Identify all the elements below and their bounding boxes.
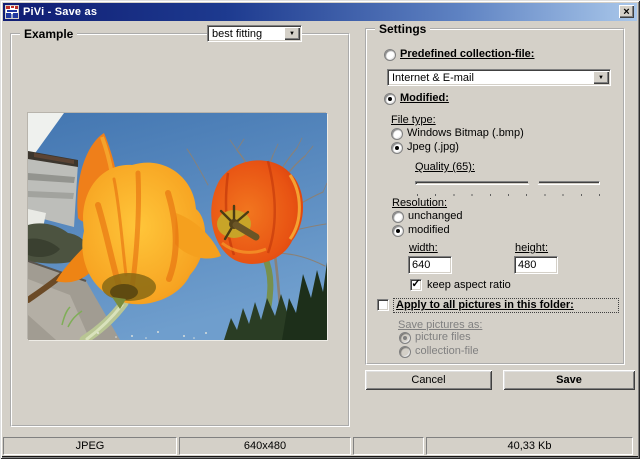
resolution-label: Resolution:: [392, 197, 448, 209]
predefined-label[interactable]: Predefined collection-file:: [400, 48, 534, 60]
check-icon: ✓: [411, 278, 421, 290]
save-as-dialog: PiVi - Save as × Example best fitting ▼: [0, 0, 640, 459]
collection-file-dropdown-value: Internet & E-mail: [392, 71, 474, 84]
status-format: JPEG: [3, 437, 177, 455]
save-pictures-as-label: Save pictures as:: [398, 319, 483, 331]
width-field[interactable]: [408, 256, 452, 274]
height-label: height:: [515, 242, 549, 254]
fitting-dropdown[interactable]: best fitting ▼: [207, 25, 302, 42]
width-label: width:: [409, 242, 438, 254]
modified-radio[interactable]: [384, 93, 396, 105]
title-bar[interactable]: PiVi - Save as ×: [3, 3, 637, 21]
settings-group-label: Settings: [375, 22, 431, 36]
window-title: PiVi - Save as: [23, 6, 98, 18]
quality-slider-ticks: [417, 194, 601, 196]
status-spacer-panel: [353, 437, 424, 455]
resolution-unchanged-label[interactable]: unchanged: [408, 210, 462, 222]
quality-slider-track[interactable]: [415, 181, 600, 185]
close-icon[interactable]: ×: [619, 5, 634, 18]
collection-file-radio: [399, 346, 411, 358]
settings-group: Settings Predefined collection-file: Int…: [365, 22, 625, 365]
bmp-radio-label[interactable]: Windows Bitmap (.bmp): [407, 127, 524, 139]
resolution-modified-radio[interactable]: [392, 225, 404, 237]
jpeg-radio[interactable]: [391, 142, 403, 154]
quality-slider-thumb[interactable]: [528, 172, 539, 190]
height-field[interactable]: [514, 256, 558, 274]
keep-aspect-label[interactable]: keep aspect ratio: [427, 279, 511, 291]
pivi-app-icon: [5, 5, 19, 19]
status-file-size: 40,33 Kb: [426, 437, 633, 455]
fitting-dropdown-value: best fitting: [212, 27, 263, 40]
save-button[interactable]: Save: [503, 370, 635, 390]
collection-file-label: collection-file: [415, 345, 479, 357]
predefined-radio[interactable]: [384, 49, 396, 61]
example-photo: [28, 113, 327, 340]
keep-aspect-checkbox[interactable]: ✓: [410, 279, 422, 291]
example-group-label: Example: [20, 27, 78, 41]
resolution-unchanged-radio[interactable]: [392, 211, 404, 223]
picture-files-label: picture files: [415, 331, 471, 343]
apply-all-label[interactable]: Apply to all pictures in this folder:: [393, 298, 619, 313]
cancel-button[interactable]: Cancel: [365, 370, 492, 390]
chevron-down-icon[interactable]: ▼: [284, 27, 300, 40]
collection-file-dropdown[interactable]: Internet & E-mail ▼: [387, 69, 611, 86]
status-bar: JPEG 640x480 40,33 Kb: [3, 436, 637, 455]
resolution-modified-label[interactable]: modified: [408, 224, 450, 236]
modified-label[interactable]: Modified:: [400, 92, 449, 104]
status-dimensions: 640x480: [179, 437, 351, 455]
jpeg-radio-label[interactable]: Jpeg (.jpg): [407, 141, 459, 153]
chevron-down-icon[interactable]: ▼: [593, 71, 609, 84]
quality-label: Quality (65):: [415, 161, 475, 173]
file-type-label: File type:: [391, 114, 436, 126]
apply-all-checkbox[interactable]: [377, 299, 389, 311]
bmp-radio[interactable]: [391, 128, 403, 140]
picture-files-radio: [399, 332, 411, 344]
